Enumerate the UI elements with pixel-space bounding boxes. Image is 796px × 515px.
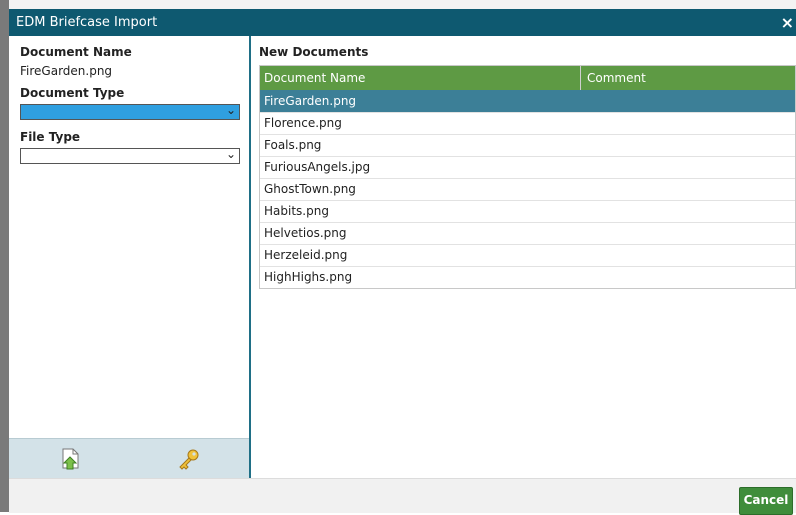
background-edge	[0, 0, 9, 512]
details-panel: Document Name FireGarden.png Document Ty…	[9, 36, 251, 479]
document-name-value: FireGarden.png	[20, 64, 113, 78]
document-name-cell: FuriousAngels.jpg	[264, 160, 371, 174]
documents-table: Document Name Comment FireGarden.png Flor…	[259, 65, 796, 289]
chevron-down-icon: ⌄	[225, 103, 236, 117]
document-name-cell: Foals.png	[264, 138, 322, 152]
import-dialog: EDM Briefcase Import × Document Name Fir…	[9, 9, 796, 515]
column-header-document-name[interactable]: Document Name	[260, 66, 581, 90]
file-type-select[interactable]: ⌄	[20, 147, 240, 164]
document-name-cell: Florence.png	[264, 116, 342, 130]
upload-document-icon[interactable]	[59, 447, 83, 471]
document-name-cell: HighHighs.png	[264, 270, 353, 284]
table-row[interactable]: FuriousAngels.jpg	[260, 156, 795, 178]
key-icon[interactable]	[177, 447, 201, 471]
document-name-cell: Helvetios.png	[264, 226, 347, 240]
close-icon[interactable]: ×	[781, 13, 794, 32]
table-row[interactable]: Florence.png	[260, 112, 795, 134]
chevron-down-icon: ⌄	[225, 147, 236, 161]
document-name-label: Document Name	[20, 45, 132, 59]
cancel-button[interactable]: Cancel	[739, 487, 793, 515]
document-name-cell: Herzeleid.png	[264, 248, 348, 262]
table-row[interactable]: Foals.png	[260, 134, 795, 156]
window-title: EDM Briefcase Import	[16, 15, 158, 30]
background-strip	[0, 0, 796, 9]
table-row[interactable]: Herzeleid.png	[260, 244, 795, 266]
document-type-select[interactable]: ⌄	[20, 103, 240, 120]
document-name-cell: FireGarden.png	[264, 94, 357, 108]
title-bar: EDM Briefcase Import ×	[9, 9, 796, 36]
table-row[interactable]: HighHighs.png	[260, 266, 795, 288]
dialog-footer: Cancel	[9, 478, 796, 515]
document-type-label: Document Type	[20, 86, 125, 100]
table-row[interactable]: Helvetios.png	[260, 222, 795, 244]
table-row[interactable]: GhostTown.png	[260, 178, 795, 200]
section-title: New Documents	[259, 45, 369, 59]
document-name-cell: GhostTown.png	[264, 182, 356, 196]
document-name-cell: Habits.png	[264, 204, 329, 218]
column-header-comment[interactable]: Comment	[581, 66, 795, 90]
table-body: FireGarden.png Florence.png Foals.png Furio…	[260, 90, 795, 288]
file-type-label: File Type	[20, 130, 81, 144]
table-row[interactable]: Habits.png	[260, 200, 795, 222]
documents-panel: New Documents Document Name Comment Fire…	[251, 36, 796, 478]
table-header: Document Name Comment	[260, 66, 795, 90]
panel-toolbar	[9, 438, 249, 479]
table-row[interactable]: FireGarden.png	[260, 90, 795, 112]
